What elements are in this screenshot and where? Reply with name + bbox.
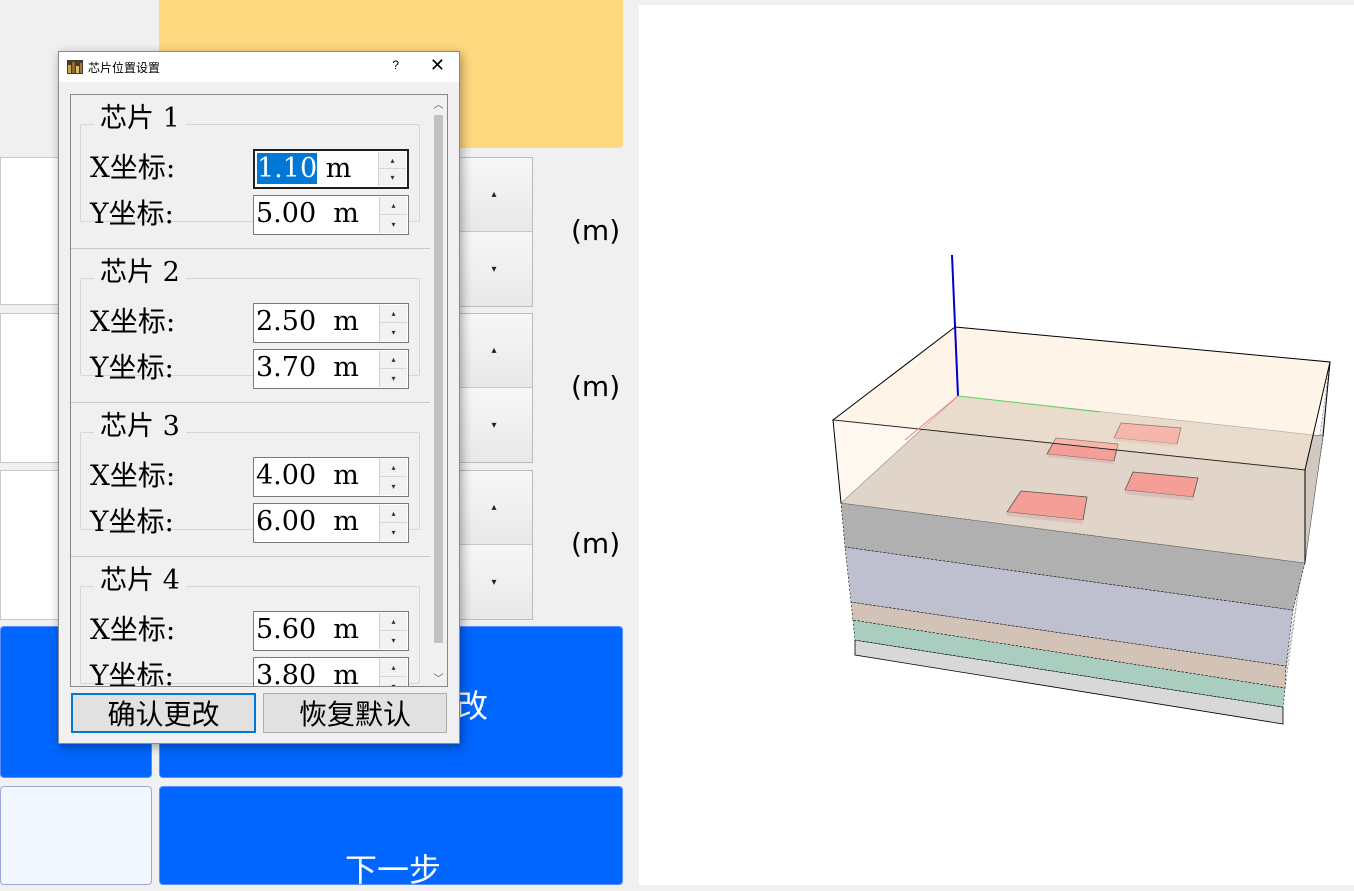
spinner-down-arrow-icon[interactable]: ▾	[456, 388, 532, 462]
y-coord-spinbox[interactable]: 3.80 m ▴ ▾	[253, 657, 409, 686]
x-coord-label: X坐标:	[90, 459, 176, 492]
x-coord-selected-text[interactable]: 1.10	[257, 153, 318, 184]
scroll-down-icon[interactable]: ﹀	[430, 669, 447, 686]
spin-down-icon[interactable]: ▾	[380, 215, 407, 233]
dialog-title: 芯片位置设置	[88, 60, 161, 75]
chip-group-title: 芯片 1	[94, 102, 186, 136]
spin-up-icon[interactable]: ▴	[380, 197, 407, 215]
param-spinner-3[interactable]: ▴ ▾	[455, 470, 533, 620]
3d-viewport[interactable]	[639, 5, 1354, 885]
scroll-up-icon[interactable]: ︿	[430, 95, 447, 112]
close-icon[interactable]: ✕	[430, 55, 445, 75]
x-coord-label: X坐标:	[90, 305, 176, 338]
x-coord-label: X坐标:	[90, 613, 176, 646]
spinner-up-arrow-icon[interactable]: ▴	[456, 471, 532, 545]
y-coord-spinbox[interactable]: 6.00 m ▴ ▾	[253, 503, 409, 543]
spin-up-icon[interactable]: ▴	[379, 152, 406, 169]
x-coord-unit: m	[317, 153, 352, 184]
spin-down-icon[interactable]: ▾	[380, 631, 407, 649]
spinner-up-arrow-icon[interactable]: ▴	[456, 314, 532, 388]
y-coord-label: Y坐标:	[90, 197, 174, 230]
chip-group-title: 芯片 3	[94, 410, 186, 444]
spin-down-icon[interactable]: ▾	[379, 169, 406, 186]
vertical-scrollbar[interactable]: ︿ ﹀	[430, 95, 447, 686]
param-spinner-1[interactable]: ▴ ▾	[455, 157, 533, 307]
unit-label-3: (m)	[571, 527, 621, 560]
pale-panel	[0, 786, 152, 885]
spin-up-icon[interactable]: ▴	[380, 505, 407, 523]
unit-label-1: (m)	[571, 214, 621, 247]
y-coord-label: Y坐标:	[90, 659, 174, 687]
scrollbar-thumb[interactable]	[434, 115, 443, 643]
spinner-up-arrow-icon[interactable]: ▴	[456, 158, 532, 232]
spin-down-icon[interactable]: ▾	[380, 323, 407, 341]
x-coord-label: X坐标:	[90, 151, 176, 184]
chip-group-1: 芯片 1 X坐标: 1.10 m ▴ ▾ Y坐标: 5.00 m ▴ ▾	[80, 97, 420, 235]
spinner-down-arrow-icon[interactable]: ▾	[456, 545, 532, 619]
spinner-down-arrow-icon[interactable]: ▾	[456, 232, 532, 306]
spin-down-icon[interactable]: ▾	[380, 477, 407, 495]
spin-down-icon[interactable]: ▾	[380, 369, 407, 387]
chip-group-2: 芯片 2 X坐标: 2.50 m ▴ ▾ Y坐标: 3.70 m ▴ ▾	[80, 251, 420, 389]
spin-up-icon[interactable]: ▴	[380, 659, 407, 677]
chip-group-4: 芯片 4 X坐标: 5.60 m ▴ ▾ Y坐标: 3.80 m ▴ ▾	[80, 559, 420, 687]
3d-model-view[interactable]	[639, 5, 1354, 885]
chip-position-dialog: 芯片位置设置 ? ✕ 芯片 1 X坐标: 1.10 m ▴ ▾ Y坐标: 5.00…	[58, 51, 460, 744]
spin-down-icon[interactable]: ▾	[380, 523, 407, 541]
restore-defaults-button[interactable]: 恢复默认	[263, 693, 447, 733]
next-step-button[interactable]: 下一步	[159, 786, 623, 889]
app-icon	[67, 60, 83, 74]
param-spinner-2[interactable]: ▴ ▾	[455, 313, 533, 463]
spin-up-icon[interactable]: ▴	[380, 613, 407, 631]
help-icon[interactable]: ?	[392, 58, 399, 72]
spin-down-icon[interactable]: ▾	[380, 677, 407, 686]
chip-group-title: 芯片 2	[94, 256, 186, 290]
x-coord-spinbox[interactable]: 4.00 m ▴ ▾	[253, 457, 409, 497]
chip-group-3: 芯片 3 X坐标: 4.00 m ▴ ▾ Y坐标: 6.00 m ▴ ▾	[80, 405, 420, 543]
unit-label-2: (m)	[571, 370, 621, 403]
spin-up-icon[interactable]: ▴	[380, 351, 407, 369]
chip-group-title: 芯片 4	[94, 564, 186, 598]
spin-up-icon[interactable]: ▴	[380, 459, 407, 477]
y-coord-label: Y坐标:	[90, 351, 174, 384]
y-coord-spinbox[interactable]: 5.00 m ▴ ▾	[253, 195, 409, 235]
y-coord-spinbox[interactable]: 3.70 m ▴ ▾	[253, 349, 409, 389]
modify-button-label: 改	[456, 687, 489, 725]
x-coord-spinbox[interactable]: 2.50 m ▴ ▾	[253, 303, 409, 343]
y-coord-label: Y坐标:	[90, 505, 174, 538]
dialog-titlebar[interactable]: 芯片位置设置 ? ✕	[59, 52, 459, 82]
x-coord-spinbox[interactable]: 5.60 m ▴ ▾	[253, 611, 409, 651]
chip-list-scroll-area[interactable]: 芯片 1 X坐标: 1.10 m ▴ ▾ Y坐标: 5.00 m ▴ ▾ 芯片 2 …	[70, 94, 448, 687]
x-coord-spinbox[interactable]: 1.10 m ▴ ▾	[253, 149, 409, 189]
confirm-changes-button[interactable]: 确认更改	[71, 693, 256, 733]
next-step-label: 下一步	[345, 851, 442, 889]
spin-up-icon[interactable]: ▴	[380, 305, 407, 323]
